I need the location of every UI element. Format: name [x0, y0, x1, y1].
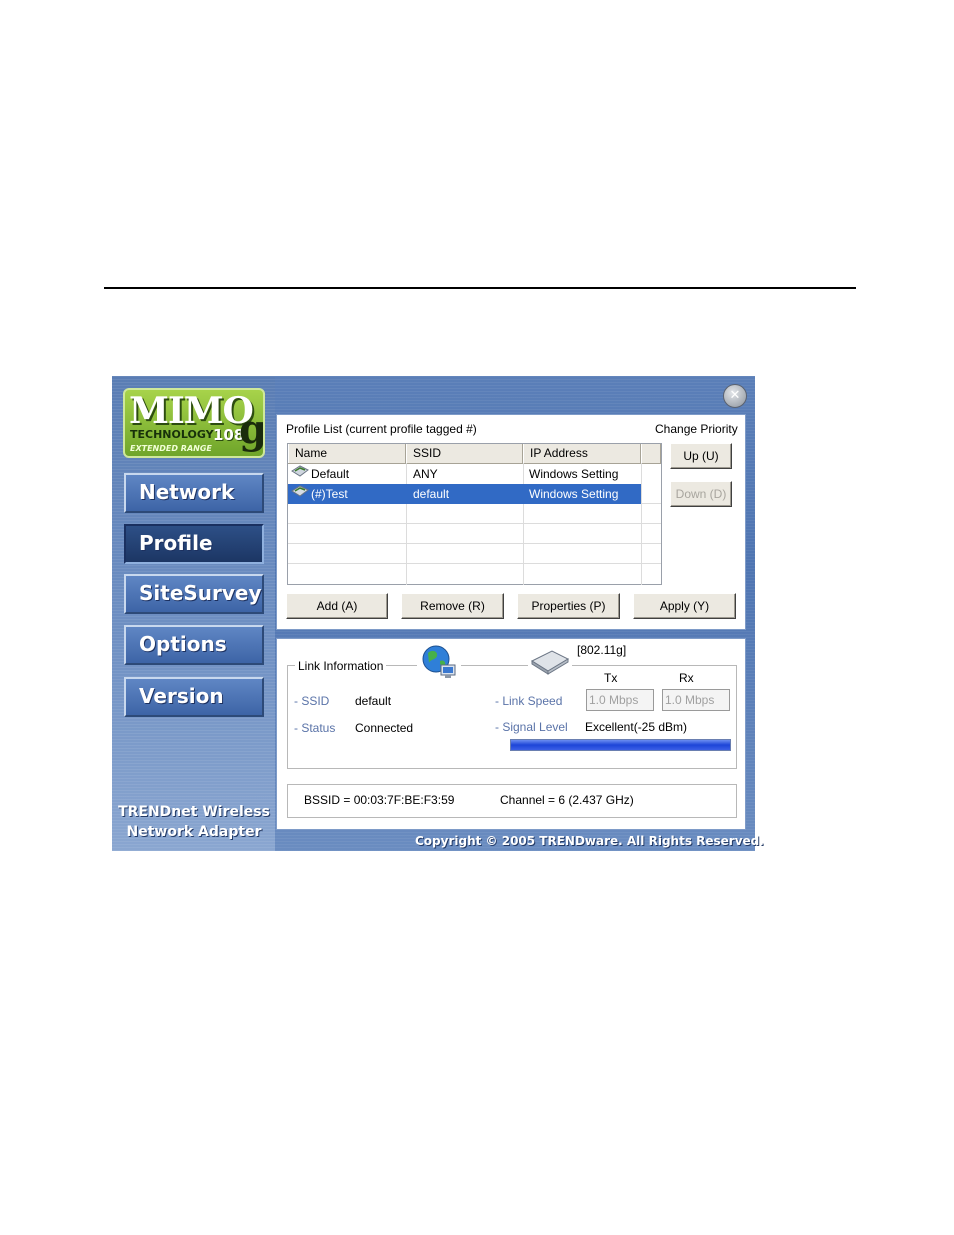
up-button[interactable]: Up (U)	[670, 443, 732, 469]
row-ssid: default	[413, 487, 450, 501]
copyright-text: Copyright © 2005 TRENDware. All Rights R…	[415, 834, 764, 848]
row-name: Default	[311, 467, 350, 481]
table-row-selected[interactable]: (#)Test default Windows Setting	[288, 484, 641, 504]
channel-text: Channel = 6 (2.437 GHz)	[500, 793, 634, 807]
apply-button[interactable]: Apply (Y)	[633, 593, 736, 619]
ssid-label: - SSID	[294, 694, 330, 708]
rx-label: Rx	[679, 671, 694, 685]
profile-icon	[291, 464, 309, 484]
link-info-panel: Link Information [802.11g] - SSID defaul…	[276, 638, 746, 830]
status-label: - Status	[294, 721, 336, 735]
network-globe-icon	[417, 643, 461, 686]
row-ssid: ANY	[413, 467, 438, 481]
column-header-name[interactable]: Name	[288, 444, 406, 463]
row-name: (#)Test	[311, 487, 348, 501]
remove-button[interactable]: Remove (R)	[401, 593, 504, 619]
grid-line	[288, 563, 661, 564]
down-button[interactable]: Down (D)	[670, 481, 732, 507]
wireless-mode-label: [802.11g]	[575, 643, 629, 657]
profile-icon	[291, 484, 309, 504]
column-header-ssid[interactable]: SSID	[406, 444, 523, 463]
row-ip: Windows Setting	[529, 487, 619, 501]
nav-version-button[interactable]: Version	[124, 677, 264, 717]
grid-line	[641, 463, 642, 585]
logo-technology-text: TECHNOLOGY	[130, 428, 214, 441]
ssid-value: default	[355, 694, 392, 708]
add-button[interactable]: Add (A)	[286, 593, 388, 619]
table-header: Name SSID IP Address	[288, 444, 661, 464]
brand-text: TRENDnet Wireless Network Adapter	[118, 802, 270, 842]
signal-level-value: Excellent(-25 dBm)	[585, 720, 688, 734]
nav-options-button[interactable]: Options	[124, 625, 264, 665]
logo-extended-range-text: EXTENDED RANGE	[130, 444, 212, 453]
properties-button[interactable]: Properties (P)	[517, 593, 620, 619]
tx-speed-field: 1.0 Mbps	[586, 689, 654, 711]
link-info-group	[287, 665, 737, 769]
grid-line	[288, 523, 661, 524]
grid-line	[288, 543, 661, 544]
brand-line-1: TRENDnet Wireless	[118, 804, 270, 820]
link-speed-label: - Link Speed	[495, 694, 563, 708]
status-value: Connected	[355, 721, 414, 735]
table-row[interactable]: Default ANY Windows Setting	[288, 464, 641, 484]
link-info-title: Link Information	[295, 659, 387, 673]
rx-speed-field: 1.0 Mbps	[662, 689, 730, 711]
wireless-utility-window: MIMO TECHNOLOGY EXTENDED RANGE 108 g Net…	[112, 376, 764, 851]
close-icon: ✕	[729, 388, 741, 403]
column-header-spacer	[641, 444, 661, 463]
nav-network-button[interactable]: Network	[124, 473, 264, 513]
bssid-text: BSSID = 00:03:7F:BE:F3:59	[304, 793, 455, 807]
signal-level-bar	[510, 739, 731, 751]
signal-level-label: - Signal Level	[495, 720, 568, 734]
column-header-ip[interactable]: IP Address	[523, 444, 641, 463]
horizontal-rule	[104, 287, 856, 289]
nav-sitesurvey-button[interactable]: SiteSurvey	[124, 574, 264, 614]
brand-line-2: Network Adapter	[126, 824, 262, 840]
profile-list-title: Profile List (current profile tagged #)	[286, 422, 477, 436]
logo-g-text: g	[239, 406, 265, 453]
change-priority-label: Change Priority	[655, 422, 738, 436]
row-ip: Windows Setting	[529, 467, 619, 481]
sidebar: MIMO TECHNOLOGY EXTENDED RANGE 108 g Net…	[112, 376, 275, 851]
profile-panel: Profile List (current profile tagged #) …	[276, 414, 746, 630]
close-button[interactable]: ✕	[723, 384, 747, 408]
mimo-logo: MIMO TECHNOLOGY EXTENDED RANGE 108 g	[123, 388, 265, 458]
profile-table: Name SSID IP Address Default ANY Windows…	[287, 443, 662, 585]
wireless-adapter-icon	[528, 645, 572, 680]
nav-profile-button[interactable]: Profile	[124, 524, 264, 564]
tx-label: Tx	[604, 671, 618, 685]
bssid-box: BSSID = 00:03:7F:BE:F3:59 Channel = 6 (2…	[287, 784, 737, 818]
